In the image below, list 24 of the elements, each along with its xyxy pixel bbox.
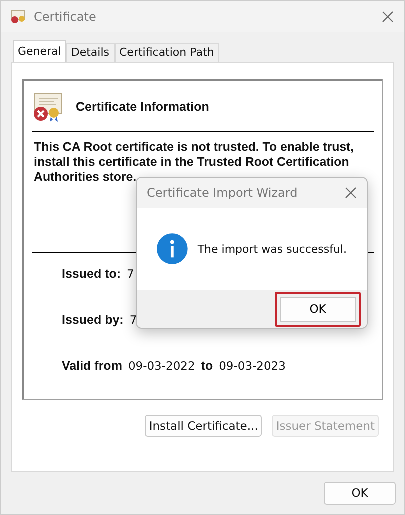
field-label: to [201,359,214,373]
field-label: Issued to: [62,267,122,281]
window-title: Certificate [34,10,98,24]
trust-warning: This CA Root certificate is not trusted. To enable trust, install this certificate in the Trusted Root Certification Authorities store. [34,140,356,185]
field-label: Issued by: [62,313,124,327]
tab[interactable]: Certification Path [114,43,220,62]
close-icon[interactable] [382,10,394,22]
dialog-message: The import was successful. [198,242,347,256]
dialog-title: Certificate Import Wizard [147,186,299,200]
field-value: 09-03-2022 [128,359,196,373]
ok-button[interactable]: OK [324,482,396,504]
field-value: 7 [127,267,134,281]
field-value: 09-03-2023 [219,359,286,373]
info-icon [157,233,188,265]
close-icon[interactable] [345,187,357,199]
field-value: 7 [130,313,138,327]
tab[interactable]: General [13,40,66,62]
field-label: Valid from [62,359,122,373]
section-heading: Certificate Information [76,100,210,114]
certificate-icon [11,10,26,24]
certificate-icon [32,91,64,123]
ok-button[interactable]: OK [275,292,361,326]
tab[interactable]: Details [66,43,114,62]
install-certificate-button[interactable]: Install Certificate... [145,415,262,437]
